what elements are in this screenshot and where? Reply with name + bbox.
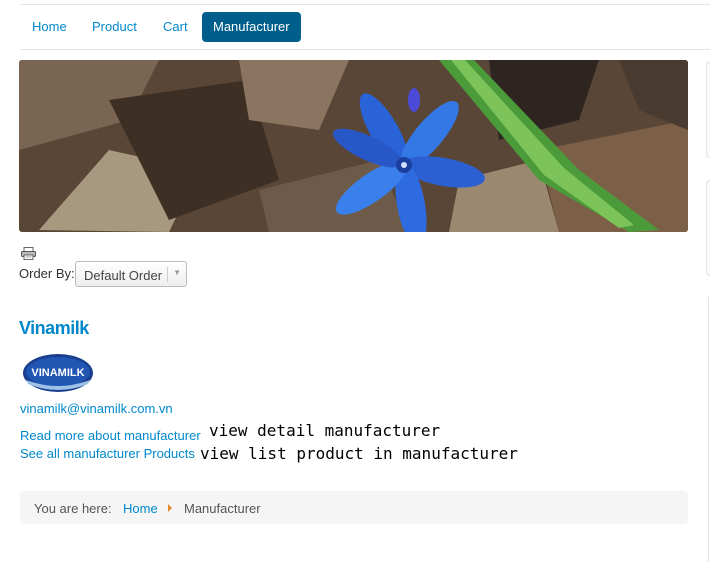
annotation-detail: view detail manufacturer: [209, 421, 441, 440]
hero-image: [19, 60, 688, 232]
logo-text: VINAMILK: [31, 367, 84, 379]
breadcrumb: You are here: Home Manufacturer: [20, 491, 688, 524]
nav-cart[interactable]: Cart: [163, 12, 188, 42]
manufacturer-email-link[interactable]: vinamilk@vinamilk.com.vn: [20, 401, 173, 416]
manufacturer-name: Vinamilk: [19, 318, 89, 338]
hero-banner: [19, 60, 688, 232]
order-select[interactable]: Default Order ▼: [75, 261, 187, 287]
nav-divider: [20, 49, 710, 50]
breadcrumb-separator-icon: [168, 504, 172, 512]
top-divider: [20, 4, 710, 5]
chevron-down-icon: ▼: [173, 268, 181, 277]
printer-icon[interactable]: [21, 247, 36, 260]
annotation-list: view list product in manufacturer: [200, 444, 518, 463]
sidebar-module-stub: [706, 61, 710, 158]
breadcrumb-prefix: You are here:: [34, 501, 112, 516]
see-all-products-link[interactable]: See all manufacturer Products: [20, 446, 195, 461]
nav-home[interactable]: Home: [32, 12, 67, 42]
breadcrumb-current: Manufacturer: [184, 501, 261, 516]
order-select-value: Default Order: [84, 268, 163, 283]
manufacturer-logo: VINAMILK: [23, 354, 93, 392]
order-by-label: Order By:: [19, 266, 75, 281]
select-divider: [167, 267, 168, 282]
breadcrumb-home-link[interactable]: Home: [123, 501, 158, 516]
read-more-link[interactable]: Read more about manufacturer: [20, 428, 201, 443]
nav-manufacturer[interactable]: Manufacturer: [202, 12, 301, 42]
sidebar-module-stub: [706, 180, 710, 276]
nav-product[interactable]: Product: [92, 12, 137, 42]
main-nav: Home Product Cart Manufacturer: [20, 12, 710, 48]
